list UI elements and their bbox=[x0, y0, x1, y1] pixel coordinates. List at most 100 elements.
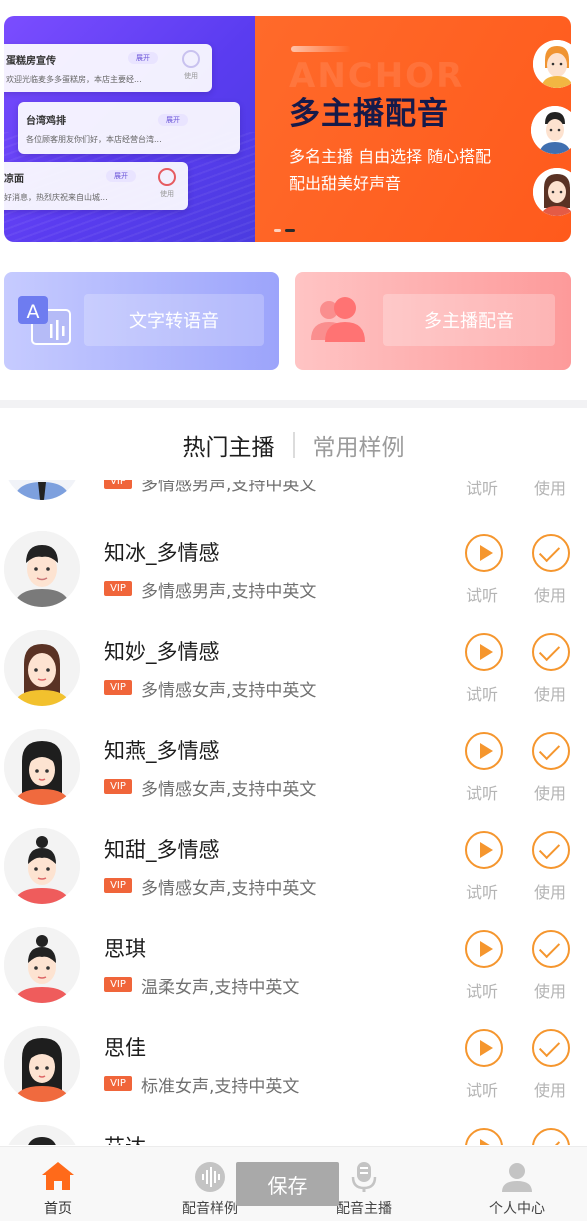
use-label: 使用 bbox=[534, 982, 567, 1001]
banner-subtitle: 多名主播 自由选择 随心搭配 bbox=[289, 147, 492, 166]
preview-label: 试听 bbox=[466, 480, 499, 498]
voice-list[interactable]: VIP 多情感男声,支持中英文 试听 使用 知冰_多情感 VIP 多情感男声,支… bbox=[0, 480, 587, 1145]
group-icon bbox=[311, 297, 365, 342]
voice-description: 温柔女声,支持中英文 bbox=[141, 978, 300, 998]
tab-hot-anchors[interactable]: 热门主播 bbox=[165, 428, 293, 462]
check-icon[interactable] bbox=[532, 930, 570, 968]
list-item[interactable]: 知妙_多情感 VIP 多情感女声,支持中英文 试听 使用 bbox=[0, 630, 587, 729]
text-to-speech-button[interactable]: A 文字转语音 bbox=[4, 272, 279, 370]
check-icon bbox=[182, 50, 200, 68]
avatar bbox=[4, 729, 80, 805]
text-to-speech-icon: A bbox=[18, 296, 71, 345]
banner-subtitle-2: 配出甜美好声音 bbox=[289, 174, 402, 193]
avatar bbox=[4, 531, 80, 607]
nav-profile-label: 个人中心 bbox=[489, 1201, 545, 1217]
check-icon[interactable] bbox=[532, 831, 570, 869]
demo-card-use: 使用 bbox=[184, 72, 198, 80]
preview-label: 试听 bbox=[466, 586, 499, 605]
decor-bar bbox=[291, 46, 351, 52]
avatar bbox=[4, 927, 80, 1003]
check-icon bbox=[158, 168, 176, 186]
demo-card-use: 使用 bbox=[160, 190, 174, 198]
voice-name: 知甜_多情感 bbox=[104, 838, 220, 862]
play-icon[interactable] bbox=[465, 1128, 503, 1145]
list-item[interactable]: 知燕_多情感 VIP 多情感女声,支持中英文 试听 使用 bbox=[0, 729, 587, 828]
vip-badge: VIP bbox=[104, 977, 132, 992]
multi-anchor-button[interactable]: 多主播配音 bbox=[295, 272, 571, 370]
use-label: 使用 bbox=[534, 883, 567, 902]
check-icon[interactable] bbox=[532, 1128, 570, 1145]
voice-name: 艾达 bbox=[104, 1131, 146, 1145]
demo-card-desc: 各位顾客朋友你们好，本店经营台湾... bbox=[26, 135, 162, 144]
vip-badge: VIP bbox=[104, 581, 132, 596]
demo-card: 台湾鸡排 各位顾客朋友你们好，本店经营台湾... 展开 bbox=[18, 102, 240, 154]
list-item[interactable]: 艾达 bbox=[0, 1125, 587, 1145]
tab-common-samples[interactable]: 常用样例 bbox=[295, 428, 423, 462]
demo-card-desc: 欢迎光临麦多多蛋糕房，本店主要经... bbox=[6, 75, 142, 84]
anchor-avatar-icon bbox=[533, 168, 571, 216]
nav-home[interactable]: 首页 bbox=[0, 1147, 118, 1221]
demo-card: 蛋糕房宣传 欢迎光临麦多多蛋糕房，本店主要经... 展开 使用 bbox=[4, 44, 212, 92]
preview-label: 试听 bbox=[466, 1081, 499, 1100]
use-label: 使用 bbox=[534, 480, 567, 498]
check-icon[interactable] bbox=[532, 633, 570, 671]
avatar bbox=[4, 480, 80, 500]
vip-badge: VIP bbox=[104, 878, 132, 893]
play-icon[interactable] bbox=[465, 831, 503, 869]
voice-description: 多情感男声,支持中英文 bbox=[141, 480, 317, 495]
voice-description: 多情感女声,支持中英文 bbox=[141, 681, 317, 701]
voice-description: 多情感男声,支持中英文 bbox=[141, 582, 317, 602]
check-icon[interactable] bbox=[532, 534, 570, 572]
waveform-icon bbox=[195, 1162, 225, 1192]
use-label: 使用 bbox=[534, 784, 567, 803]
play-icon[interactable] bbox=[465, 732, 503, 770]
check-icon[interactable] bbox=[532, 732, 570, 770]
demo-card-expand: 展开 bbox=[158, 114, 188, 126]
banner-title: 多主播配音 bbox=[289, 96, 449, 132]
voice-description: 标准女声,支持中英文 bbox=[141, 1077, 300, 1097]
voice-name: 知冰_多情感 bbox=[104, 541, 220, 565]
avatar bbox=[4, 630, 80, 706]
avatar bbox=[4, 828, 80, 904]
banner-slide: ANCHOR 多主播配音 多名主播 自由选择 随心搭配 配出甜美好声音 bbox=[255, 16, 571, 242]
list-item[interactable]: 知冰_多情感 VIP 多情感男声,支持中英文 试听 使用 bbox=[0, 531, 587, 630]
list-item[interactable]: 思佳 VIP 标准女声,支持中英文 试听 使用 bbox=[0, 1026, 587, 1125]
list-item[interactable]: 思琪 VIP 温柔女声,支持中英文 试听 使用 bbox=[0, 927, 587, 1026]
list-item[interactable]: VIP 多情感男声,支持中英文 试听 使用 bbox=[0, 480, 587, 523]
voice-name: 知燕_多情感 bbox=[104, 739, 220, 763]
vip-badge: VIP bbox=[104, 480, 132, 489]
microphone-icon bbox=[351, 1162, 377, 1192]
vip-badge: VIP bbox=[104, 680, 132, 695]
demo-card: 凉面 好消息，热烈庆祝来自山城... 展开 使用 bbox=[4, 162, 188, 210]
nav-home-label: 首页 bbox=[44, 1201, 72, 1217]
play-icon[interactable] bbox=[465, 1029, 503, 1067]
demo-card-title: 台湾鸡排 bbox=[26, 116, 66, 127]
save-button[interactable]: 保存 bbox=[236, 1162, 339, 1206]
promo-banner[interactable]: 蛋糕房宣传 欢迎光临麦多多蛋糕房，本店主要经... 展开 使用 台湾鸡排 各位顾… bbox=[4, 16, 571, 242]
nav-profile[interactable]: 个人中心 bbox=[457, 1147, 577, 1221]
demo-card-expand: 展开 bbox=[128, 52, 158, 64]
vip-badge: VIP bbox=[104, 779, 132, 794]
play-icon[interactable] bbox=[465, 633, 503, 671]
check-icon[interactable] bbox=[532, 1029, 570, 1067]
list-item[interactable]: 知甜_多情感 VIP 多情感女声,支持中英文 试听 使用 bbox=[0, 828, 587, 927]
preview-label: 试听 bbox=[466, 685, 499, 704]
voice-name: 思琪 bbox=[104, 937, 146, 961]
preview-label: 试听 bbox=[466, 784, 499, 803]
play-icon[interactable] bbox=[465, 930, 503, 968]
banner-demo-panel: 蛋糕房宣传 欢迎光临麦多多蛋糕房，本店主要经... 展开 使用 台湾鸡排 各位顾… bbox=[4, 16, 255, 242]
tab-bar: 热门主播 常用样例 bbox=[0, 420, 587, 470]
preview-label: 试听 bbox=[466, 883, 499, 902]
anchor-avatar-icon bbox=[531, 106, 571, 154]
vip-badge: VIP bbox=[104, 1076, 132, 1091]
home-icon bbox=[42, 1162, 74, 1190]
preview-label: 试听 bbox=[466, 982, 499, 1001]
play-icon[interactable] bbox=[465, 534, 503, 572]
section-divider bbox=[0, 400, 587, 408]
carousel-indicator bbox=[274, 229, 295, 232]
voice-name: 思佳 bbox=[104, 1036, 146, 1060]
demo-card-title: 凉面 bbox=[4, 174, 24, 185]
tts-label: 文字转语音 bbox=[84, 294, 264, 346]
use-label: 使用 bbox=[534, 685, 567, 704]
svg-text:A: A bbox=[27, 301, 40, 323]
